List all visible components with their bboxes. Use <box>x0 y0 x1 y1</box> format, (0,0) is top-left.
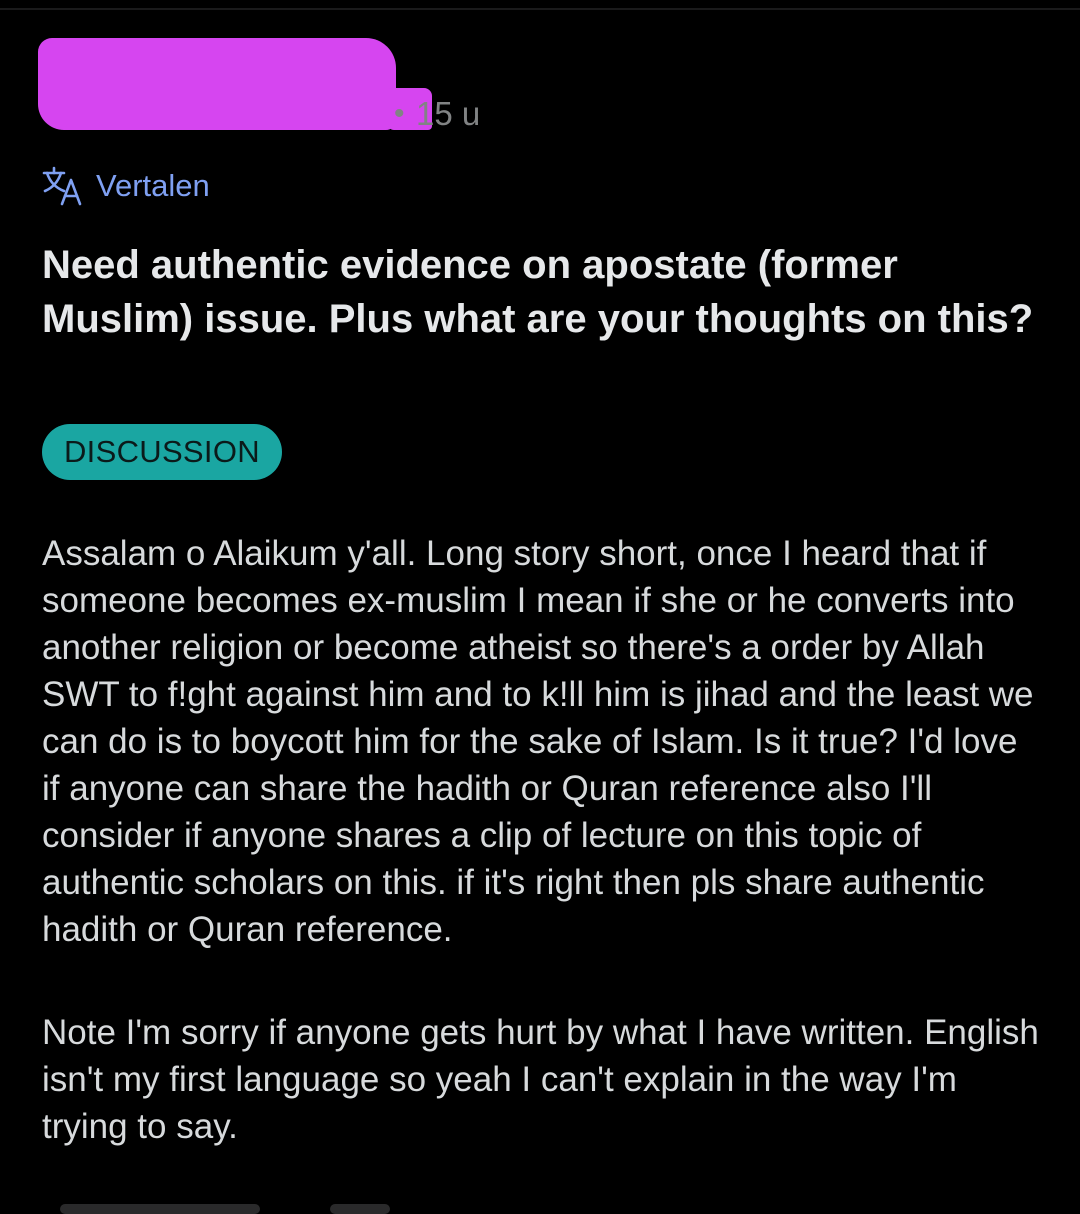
translate-label: Vertalen <box>96 168 210 203</box>
meta-separator-dot: • <box>394 97 405 130</box>
redacted-author-marker <box>38 38 396 130</box>
post-flair[interactable]: DISCUSSION <box>42 424 282 480</box>
top-divider <box>0 8 1080 10</box>
post-body-paragraph: Note I'm sorry if anyone gets hurt by wh… <box>42 1013 1039 1146</box>
post-meta: • 15 u <box>38 38 738 134</box>
post-body-paragraph: Assalam o Alaikum y'all. Long story shor… <box>42 534 1034 949</box>
post-title[interactable]: Need authentic evidence on apostate (for… <box>42 238 1042 346</box>
translate-button[interactable]: Vertalen <box>42 164 210 208</box>
post-age: 15 u <box>416 95 481 132</box>
bottom-action-hint <box>60 1204 260 1214</box>
post-body: Assalam o Alaikum y'all. Long story shor… <box>42 530 1042 1150</box>
bottom-action-hint <box>330 1204 390 1214</box>
translate-icon <box>42 166 82 206</box>
